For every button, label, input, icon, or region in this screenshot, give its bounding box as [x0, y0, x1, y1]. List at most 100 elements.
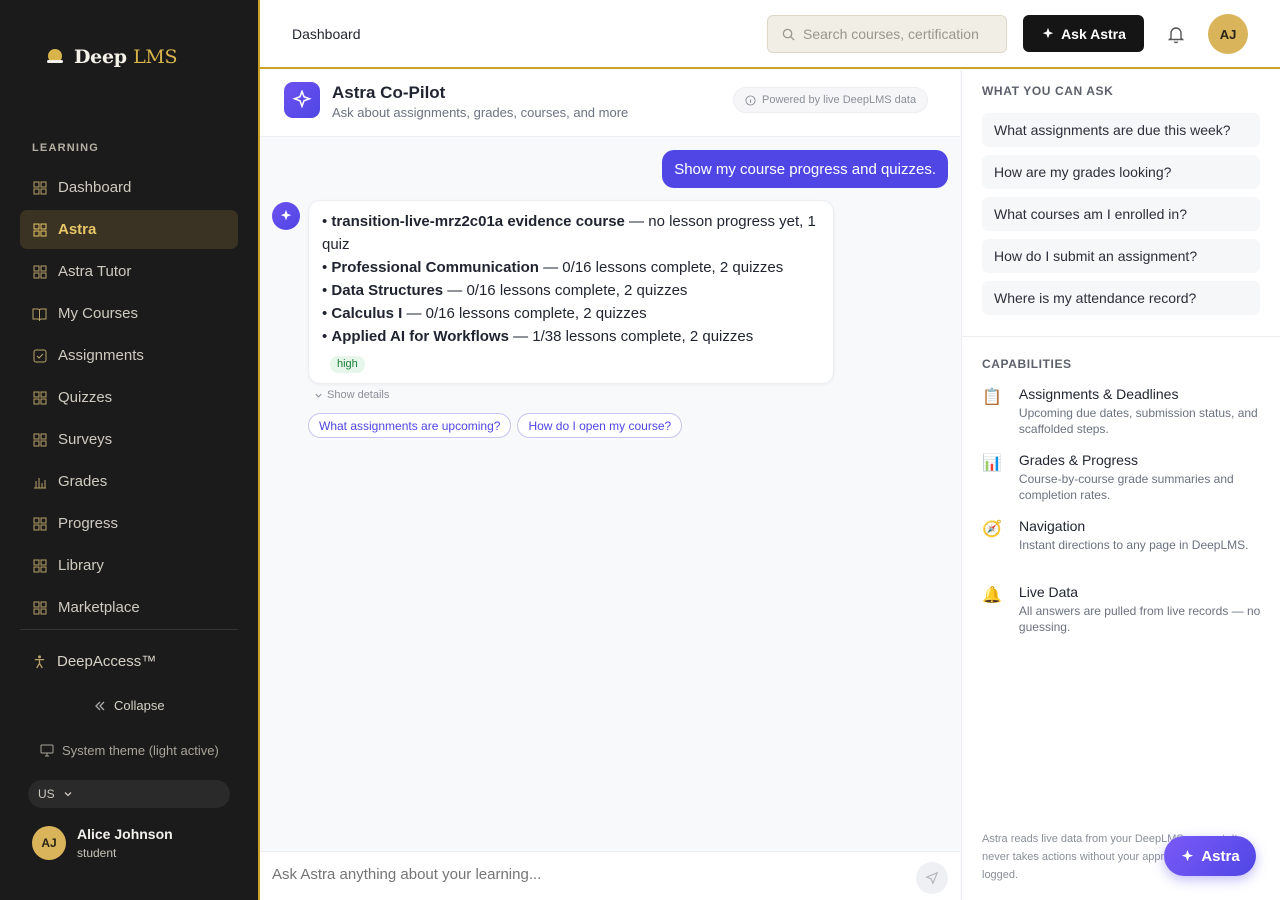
chart-icon: 📊 — [982, 455, 1002, 472]
course-progress-detail: — 1/38 lessons complete, 2 quizzes — [508, 328, 754, 345]
capability-title: Live Data — [1018, 584, 1079, 600]
course-progress-line: • Professional Communication — 0/16 less… — [322, 259, 784, 276]
locale-select[interactable]: US — [28, 780, 230, 808]
chevron-down-icon — [315, 393, 322, 398]
suggested-question[interactable]: How do I submit an assignment? — [982, 239, 1260, 273]
avatar: AJ — [32, 826, 66, 860]
chat-input[interactable] — [272, 866, 872, 883]
course-name: Data Structures — [331, 282, 444, 299]
sidebar-item-surveys[interactable]: Surveys — [20, 420, 238, 459]
capability-desc: Upcoming due dates, submission status, a… — [1018, 406, 1258, 436]
brand-logo[interactable]: Deep LMS — [44, 46, 178, 68]
assistant-message-list: • transition-live-mrz2c01a evidence cour… — [322, 210, 820, 348]
course-progress-detail: — 0/16 lessons complete, 2 quizzes — [538, 259, 784, 276]
bell-icon[interactable] — [1166, 24, 1186, 44]
suggested-question[interactable]: What assignments are due this week? — [982, 113, 1260, 147]
astra-avatar-icon — [272, 202, 300, 230]
astra-fab-button[interactable]: Astra — [1164, 836, 1256, 876]
capability-desc: Course-by-course grade summaries and com… — [1018, 472, 1234, 502]
course-name: Calculus I — [331, 305, 403, 322]
sidebar-item-label: Progress — [58, 515, 119, 532]
sidebar-item-label: Surveys — [58, 431, 113, 448]
sidebar-item-dashboard[interactable]: Dashboard — [20, 168, 238, 207]
user-profile[interactable]: AJ Alice Johnson student — [32, 826, 173, 860]
capability-title: Assignments & Deadlines — [1018, 386, 1179, 402]
sidebar-item-label: Grades — [58, 473, 108, 490]
sidebar-item-marketplace[interactable]: Marketplace — [20, 588, 238, 627]
deepaccess-button[interactable]: DeepAccess™ — [32, 653, 156, 670]
assistant-message: • transition-live-mrz2c01a evidence cour… — [308, 200, 834, 384]
book-icon — [32, 306, 47, 321]
capability-item: 🔔 Live Data All answers are pulled from l… — [982, 584, 1262, 635]
chat-subtitle: Ask about assignments, grades, courses, … — [332, 105, 629, 120]
astra-badge-icon — [284, 82, 320, 118]
ask-heading: WHAT YOU CAN ASK — [982, 84, 1114, 98]
course-name: Applied AI for Workflows — [331, 328, 509, 345]
grid-icon — [32, 600, 47, 615]
theme-toggle[interactable]: System theme (light active) — [40, 743, 219, 758]
capability-desc: All answers are pulled from live records… — [1018, 604, 1261, 634]
sidebar: Deep LMS LEARNING Dashboard Astra Astra Tu… — [0, 0, 260, 900]
chevron-down-icon — [64, 792, 72, 797]
ask-astra-button[interactable]: Ask Astra — [1023, 15, 1144, 52]
collapse-button[interactable]: Collapse — [94, 698, 165, 713]
send-button[interactable] — [916, 862, 948, 894]
capability-title: Grades & Progress — [1018, 452, 1138, 468]
sidebar-item-quizzes[interactable]: Quizzes — [20, 378, 238, 417]
course-progress-line: • transition-live-mrz2c01a evidence cour… — [322, 213, 816, 253]
show-details-label: Show details — [327, 389, 390, 401]
sidebar-item-astra-tutor[interactable]: Astra Tutor — [20, 252, 238, 291]
suggested-question[interactable]: What courses am I enrolled in? — [982, 197, 1260, 231]
grid-icon — [32, 516, 47, 531]
sidebar-item-label: Quizzes — [58, 389, 113, 406]
sidebar-item-label: My Courses — [58, 305, 139, 322]
sidebar-item-label: Astra Tutor — [58, 263, 132, 280]
grid-icon — [32, 432, 47, 447]
confidence-badge: high — [330, 356, 365, 373]
ask-astra-label: Ask Astra — [1061, 25, 1126, 42]
accessibility-icon — [34, 655, 45, 669]
monitor-icon — [40, 744, 54, 757]
search-input[interactable]: Search courses, certification — [803, 26, 979, 42]
grid-icon — [32, 180, 47, 195]
user-name: Alice Johnson — [77, 826, 173, 842]
suggested-question[interactable]: Where is my attendance record? — [982, 281, 1260, 315]
right-panel: WHAT YOU CAN ASK What assignments are du… — [961, 70, 1280, 900]
user-role: student — [77, 846, 117, 860]
chevrons-left-icon — [95, 701, 105, 710]
sidebar-item-astra[interactable]: Astra — [20, 210, 238, 249]
sidebar-item-grades[interactable]: Grades — [20, 462, 238, 501]
locale-value: US — [38, 787, 55, 801]
top-bar: Dashboard Search courses, certification … — [260, 0, 1280, 69]
capability-item: 🧭 Navigation Instant directions to any pa… — [982, 518, 1262, 553]
show-details-toggle[interactable]: Show details — [314, 389, 389, 401]
theme-label: System theme (light active) — [62, 743, 219, 758]
sidebar-item-progress[interactable]: Progress — [20, 504, 238, 543]
sidebar-item-library[interactable]: Library — [20, 546, 238, 585]
breadcrumb[interactable]: Dashboard — [292, 26, 361, 42]
sidebar-item-my-courses[interactable]: My Courses — [20, 294, 238, 333]
search-box[interactable]: Search courses, certification — [767, 15, 1007, 53]
sidebar-item-assignments[interactable]: Assignments — [20, 336, 238, 375]
capability-desc: Instant directions to any page in DeepLM… — [1019, 538, 1249, 552]
course-name: transition-live-mrz2c01a evidence course — [331, 213, 625, 230]
sparkle-icon — [1182, 849, 1194, 861]
suggested-question[interactable]: How are my grades looking? — [982, 155, 1260, 189]
sidebar-section-label: LEARNING — [32, 142, 100, 154]
suggestion-chip[interactable]: How do I open my course? — [517, 413, 683, 438]
info-icon — [745, 94, 756, 106]
logo-icon — [47, 49, 63, 63]
grid-icon — [32, 390, 47, 405]
brand-name: Deep LMS — [74, 46, 178, 68]
compass-icon: 🧭 — [982, 521, 1002, 538]
capability-item: 📋 Assignments & Deadlines Upcoming due da… — [982, 386, 1262, 437]
bar-chart-icon — [32, 474, 47, 489]
chat-title: Astra Co-Pilot — [332, 83, 446, 102]
avatar[interactable]: AJ — [1208, 14, 1248, 54]
sidebar-divider — [20, 629, 238, 630]
check-square-icon — [32, 348, 47, 363]
suggestion-chip[interactable]: What assignments are upcoming? — [308, 413, 512, 438]
course-progress-detail: — 0/16 lessons complete, 2 quizzes — [443, 282, 688, 299]
sidebar-item-label: Library — [58, 557, 104, 574]
capability-item: 📊 Grades & Progress Course-by-course grad… — [982, 452, 1262, 503]
